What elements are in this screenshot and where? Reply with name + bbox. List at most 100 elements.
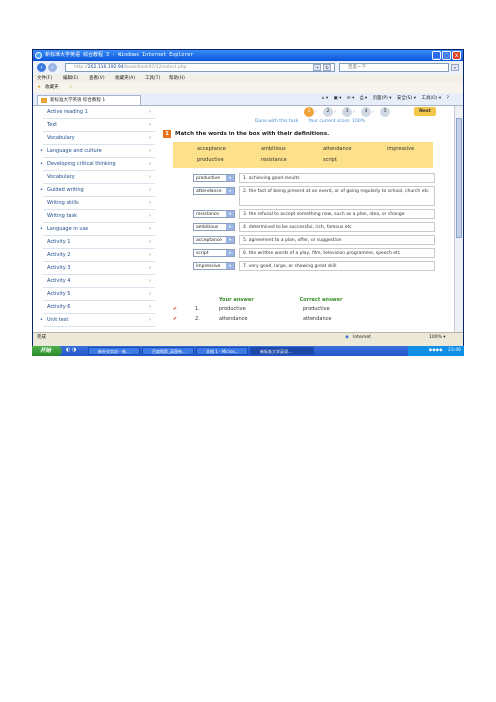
add-favorite-icon[interactable]: ☆	[69, 83, 73, 93]
go-icon[interactable]: →	[313, 64, 321, 71]
safety-menu[interactable]: 安全(S) ▾	[397, 96, 416, 101]
sidebar-item-label: Activity 4	[47, 278, 71, 284]
sidebar-item[interactable]: Activity 2 ›	[43, 249, 155, 262]
sidebar-item-label: Guided writing	[47, 187, 84, 193]
back-arrow-icon[interactable]: ‹	[37, 63, 46, 72]
start-button[interactable]: 开始	[32, 346, 62, 356]
word-select[interactable]: script ▾	[193, 249, 235, 257]
taskbar-button[interactable]: 文档 1 - Micros...	[196, 347, 248, 355]
chevron-down-icon[interactable]: ▾	[226, 250, 234, 256]
maximize-button[interactable]: □	[442, 51, 451, 60]
answers-header: Your answer Correct answer	[219, 297, 342, 303]
sidebar-item-label: Text	[47, 122, 58, 128]
sidebar-item[interactable]: • Developing critical thinking ›	[40, 158, 155, 171]
step-indicator[interactable]: 4	[361, 107, 371, 117]
menu-edit[interactable]: 编辑(E)	[63, 74, 78, 83]
url-field[interactable]: http://202.116.192.94/book/book97/12/sel…	[65, 63, 335, 72]
sidebar-item[interactable]: Activity 6 ›	[43, 301, 155, 314]
sidebar-item-label: Activity 2	[47, 252, 71, 258]
sidebar-item[interactable]: • Language and culture ›	[40, 145, 155, 158]
home-icon[interactable]: ⌂ ▾	[322, 96, 329, 101]
close-button[interactable]: x	[452, 51, 461, 60]
minimize-button[interactable]: _	[432, 51, 441, 60]
word-select[interactable]: productive ▾	[193, 174, 235, 182]
favorites-label[interactable]: 收藏夹	[45, 83, 59, 93]
url-path: /book/book97/12/select.php	[123, 65, 187, 70]
chevron-down-icon[interactable]: ▾	[226, 263, 234, 269]
zone-text: Internet	[353, 335, 371, 340]
sidebar-item[interactable]: Activity 5 ›	[43, 288, 155, 301]
sidebar-item[interactable]: Vocabulary ›	[43, 171, 155, 184]
ie-window: 新标准大学英语 综合教程 3 - Windows Internet Explor…	[32, 49, 464, 347]
bullet-icon: •	[40, 187, 43, 193]
scrollbar-thumb[interactable]	[456, 118, 462, 238]
chevron-down-icon[interactable]: ▾	[226, 237, 234, 243]
status-bar: 完成 ◉ Internet 100% ▾	[33, 332, 463, 342]
word-select[interactable]: resistance ▾	[193, 210, 235, 218]
zoom-level[interactable]: 100% ▾	[429, 333, 446, 342]
word-select-value: ambitious	[196, 225, 219, 230]
search-go-icon[interactable]: ⌕	[451, 64, 459, 71]
chevron-down-icon[interactable]: ▾	[226, 188, 234, 194]
chevron-down-icon[interactable]: ▾	[226, 175, 234, 181]
menu-favorites[interactable]: 收藏夹(A)	[115, 74, 135, 83]
print-icon[interactable]: ⎙ ▾	[360, 96, 367, 101]
bullet-icon: •	[40, 161, 43, 167]
tab-active[interactable]: 新标准大学英语 综合教程 1	[37, 95, 141, 105]
menu-help[interactable]: 帮助(H)	[169, 74, 185, 83]
sidebar-item[interactable]: Active reading 1 ›	[43, 106, 155, 119]
bullet-icon: •	[40, 148, 43, 154]
chevron-right-icon: ›	[149, 187, 151, 193]
word-select[interactable]: ambitious ▾	[193, 223, 235, 231]
word-select[interactable]: attendance ▾	[193, 187, 235, 195]
sidebar-item[interactable]: Writing task ›	[43, 210, 155, 223]
chevron-down-icon[interactable]: ▾	[226, 211, 234, 217]
menu-tools[interactable]: 工具(T)	[145, 74, 160, 83]
correct-answer: attendance	[303, 316, 332, 322]
feeds-icon[interactable]: ▣ ▾	[334, 96, 342, 101]
step-indicator[interactable]: 2	[323, 107, 333, 117]
search-field[interactable]: 百度一下	[339, 63, 449, 72]
menu-view[interactable]: 查看(V)	[89, 74, 105, 83]
definition-text: 6. the written words of a play, film, te…	[239, 248, 435, 258]
sidebar-item[interactable]: Writing skills ›	[43, 197, 155, 210]
sidebar-item-label: Unit test	[47, 317, 69, 323]
taskbar-button-active[interactable]: 新标准大学英语...	[250, 347, 314, 355]
quick-launch-icon[interactable]: ◐ ◑	[66, 347, 76, 353]
next-button[interactable]: Next	[414, 107, 436, 116]
forward-arrow-icon[interactable]: ›	[48, 63, 57, 72]
tray-icons[interactable]: ◆◆◆◆	[429, 348, 443, 353]
word-select[interactable]: impressive ▾	[193, 262, 235, 270]
word-select-value: resistance	[196, 212, 220, 217]
step-indicator[interactable]: 3	[342, 107, 352, 117]
tools-menu[interactable]: 工具(O) ▾	[421, 96, 441, 101]
help-icon[interactable]: ?	[447, 96, 449, 101]
mail-icon[interactable]: ✉ ▾	[347, 96, 354, 101]
chevron-right-icon: ›	[149, 148, 151, 154]
sidebar-item[interactable]: • Language in use ›	[40, 223, 155, 236]
sidebar-item-label: Vocabulary	[47, 174, 75, 180]
sidebar-item[interactable]: • Guided writing ›	[40, 184, 155, 197]
sidebar-item[interactable]: Activity 4 ›	[43, 275, 155, 288]
chevron-down-icon[interactable]: ▾	[226, 224, 234, 230]
url-prefix: http://	[74, 65, 88, 70]
step-indicator[interactable]: 5	[380, 107, 390, 117]
sidebar-item-label: Language and culture	[47, 148, 102, 154]
chevron-right-icon: ›	[149, 135, 151, 141]
taskbar-button[interactable]: 百度搜索_英国有...	[142, 347, 194, 355]
taskbar-button[interactable]: 新外交实训 - 新...	[88, 347, 140, 355]
sidebar-item[interactable]: Text ›	[43, 119, 155, 132]
menu-file[interactable]: 文件(F)	[37, 74, 52, 83]
sidebar: Active reading 1 › Text › Vocabulary › • Langua…	[40, 106, 155, 332]
sidebar-item[interactable]: Activity 3 ›	[43, 262, 155, 275]
word-select[interactable]: acceptance ▾	[193, 236, 235, 244]
refresh-icon[interactable]: ↻	[323, 64, 331, 71]
vertical-scrollbar[interactable]	[454, 106, 463, 332]
page-menu[interactable]: 页面(P) ▾	[373, 96, 392, 101]
definition-text: 7. very good, large, or showing great sk…	[239, 261, 435, 271]
sidebar-item[interactable]: • Unit test ›	[40, 314, 155, 327]
step-indicator[interactable]: 1	[304, 107, 314, 117]
sidebar-item-label: Active reading 1	[47, 109, 88, 115]
sidebar-item[interactable]: Activity 1 ›	[43, 236, 155, 249]
sidebar-item[interactable]: Vocabulary ›	[43, 132, 155, 145]
